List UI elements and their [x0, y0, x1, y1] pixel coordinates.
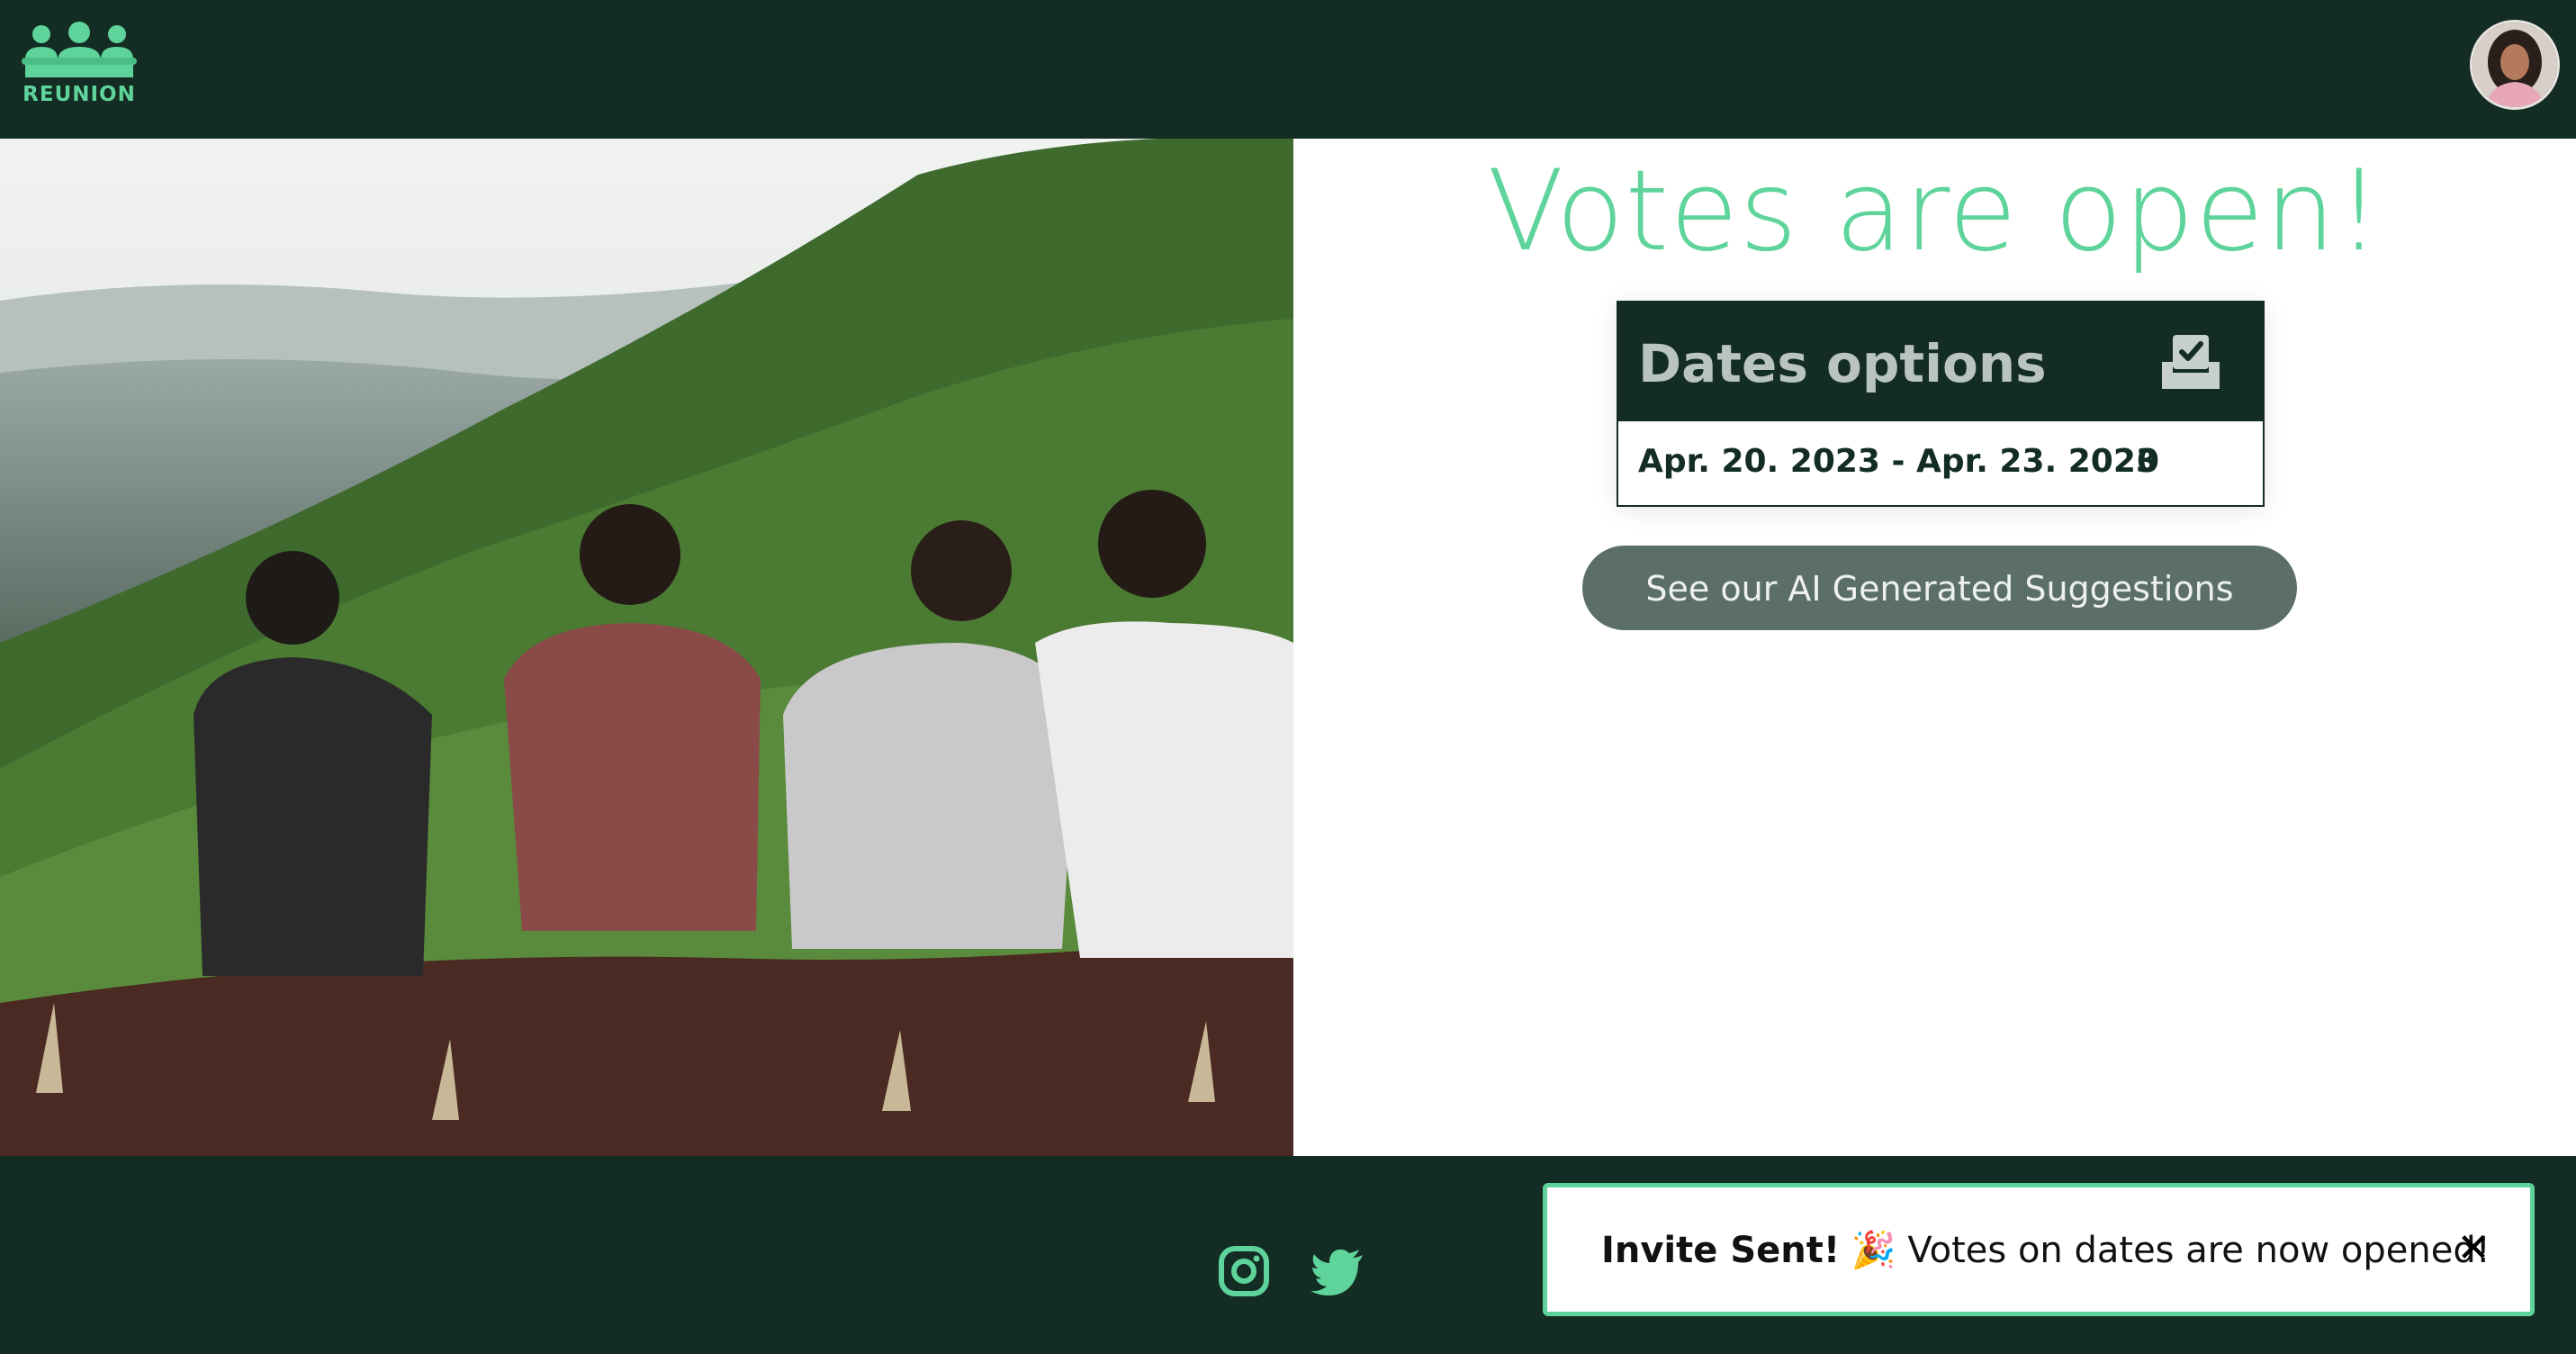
vote-count: 0	[2137, 443, 2160, 480]
party-popper-icon: 🎉	[1851, 1230, 1896, 1271]
dates-options-title: Dates options	[1638, 333, 2047, 394]
ai-suggestions-button[interactable]: See our AI Generated Suggestions	[1582, 546, 2297, 630]
dates-options-card: Dates options Apr. 20. 2023 - Apr. 23. 2…	[1617, 301, 2265, 507]
ballot-box-check-icon[interactable]	[2158, 333, 2223, 391]
dates-options-header: Dates options	[1618, 302, 2263, 421]
close-icon[interactable]: ✕	[2451, 1223, 2496, 1274]
instagram-icon[interactable]	[1217, 1244, 1271, 1298]
footer: Invite Sent! 🎉 Votes on dates are now op…	[0, 1156, 2576, 1354]
top-nav-bar: REUNION	[0, 0, 2576, 139]
toast-message: Invite Sent! 🎉 Votes on dates are now op…	[1601, 1229, 2490, 1271]
user-avatar[interactable]	[2470, 20, 2560, 110]
people-group-icon	[22, 22, 137, 77]
logo-text: REUNION	[23, 83, 136, 106]
avatar-image	[2472, 23, 2557, 107]
toast-strong-text: Invite Sent!	[1601, 1230, 1841, 1271]
date-range-label: Apr. 20. 2023 - Apr. 23. 2023	[1638, 443, 2158, 480]
page-title: Votes are open!	[1487, 147, 2382, 276]
reunion-logo[interactable]: REUNION	[22, 22, 137, 112]
twitter-icon[interactable]	[1311, 1244, 1365, 1298]
toast-message-text: Votes on dates are now opened!	[1907, 1230, 2490, 1271]
invite-sent-toast: Invite Sent! 🎉 Votes on dates are now op…	[1543, 1183, 2535, 1316]
friends-on-mountain-photo	[0, 139, 1293, 1156]
hero-image	[0, 139, 1293, 1156]
date-option-row[interactable]: Apr. 20. 2023 - Apr. 23. 2023 0	[1618, 421, 2263, 505]
